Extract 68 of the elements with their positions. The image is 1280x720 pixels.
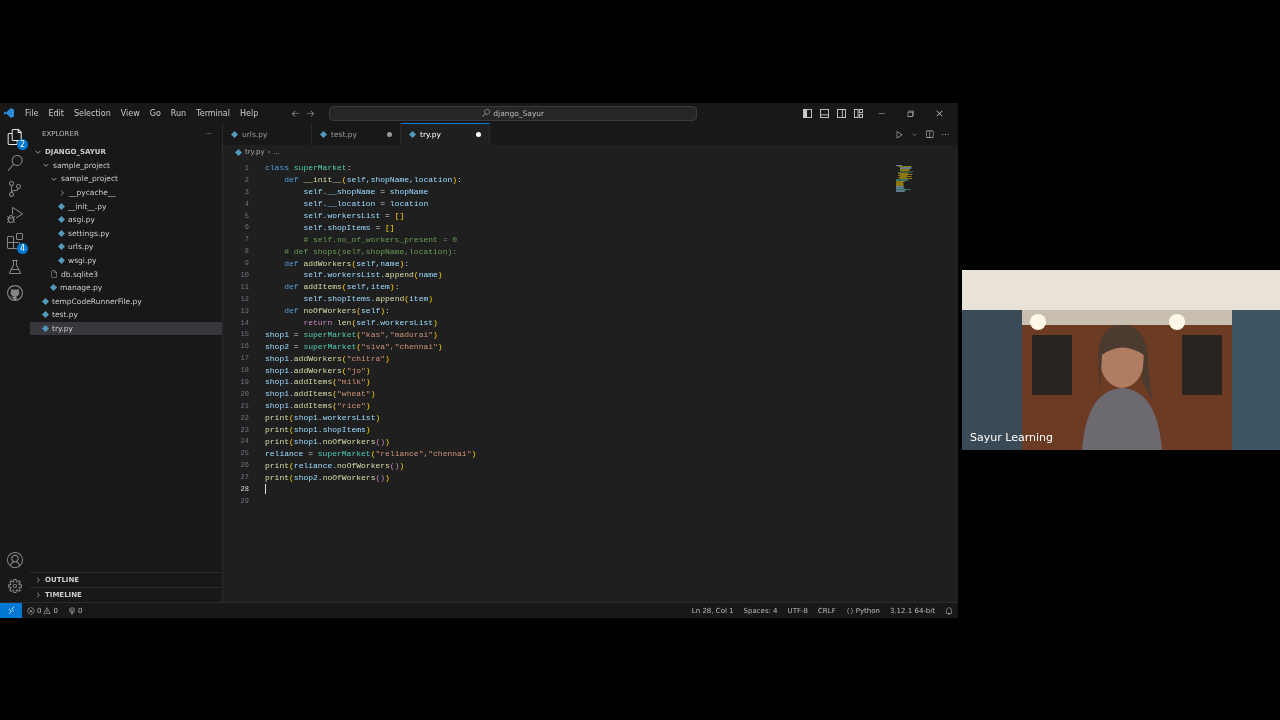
python-file-icon xyxy=(231,131,238,138)
close-icon[interactable] xyxy=(935,108,944,118)
code-line: shop1.addWorkers("jo") xyxy=(265,365,371,375)
code-line: shop1.addItems("wheat") xyxy=(265,389,376,399)
menu-item[interactable]: Help xyxy=(235,108,264,118)
warning-icon[interactable] xyxy=(43,606,52,615)
branch-icon[interactable] xyxy=(7,181,23,197)
count-badge: 4 xyxy=(17,243,28,254)
code-line: self.__location = location xyxy=(302,199,429,209)
app-logo-icon[interactable] xyxy=(4,108,14,118)
panel-layout-icon[interactable] xyxy=(820,108,829,118)
code-line: def noOfWorkers(self): xyxy=(283,306,390,316)
code-line: return len(self.workersList) xyxy=(302,318,438,327)
code-line: def __init__(self,shopName,location): xyxy=(283,175,462,185)
code-line: shop1.addItems("rice") xyxy=(265,401,371,411)
code-line: print(shop1.shopItems) xyxy=(265,425,371,435)
participant-name: Sayur Learning xyxy=(970,431,1053,444)
code-line: print(shop2.noOfWorkers()) xyxy=(265,472,390,482)
code-line: shop1.addItems("milk") xyxy=(265,377,371,387)
menu-item[interactable]: Go xyxy=(144,108,166,118)
error-icon[interactable] xyxy=(27,606,35,615)
account-icon[interactable] xyxy=(7,552,23,568)
files-icon[interactable] xyxy=(7,129,23,145)
code-line: reliance = superMarket("reliance","chennai") xyxy=(265,448,477,458)
run-icon[interactable] xyxy=(895,129,904,139)
restore-icon[interactable] xyxy=(906,108,915,118)
code-line: shop2 = superMarket("siva","chennai") xyxy=(265,341,443,351)
sidebar-layout-icon[interactable] xyxy=(803,108,812,118)
code-line: print(reliance.noOfWorkers()) xyxy=(265,460,405,470)
menu-item[interactable]: Terminal xyxy=(191,108,235,118)
python-file-icon xyxy=(320,131,327,138)
bell-icon[interactable] xyxy=(945,606,953,615)
code-line: # self.no_of_workers_present = 0 xyxy=(302,234,458,244)
code-line: self.__shopName = shopName xyxy=(302,187,429,197)
menu-item[interactable]: Edit xyxy=(43,108,69,118)
count-badge: 2 xyxy=(17,139,28,150)
code-line: # def shops(self,shopName,location): xyxy=(283,246,458,256)
code-line: def addWorkers(self,name): xyxy=(283,258,410,268)
braces-icon[interactable] xyxy=(845,606,854,615)
menu-item[interactable]: File xyxy=(20,108,44,118)
python-file-icon xyxy=(235,148,242,156)
search-icon[interactable] xyxy=(7,155,23,171)
antenna-icon[interactable] xyxy=(67,606,76,615)
code-line: self.workersList.append(name) xyxy=(302,270,443,280)
settings-icon[interactable] xyxy=(7,578,23,594)
code-line: shop1 = superMarket("kas","madurai") xyxy=(265,329,438,339)
split-layout-icon[interactable] xyxy=(837,108,846,118)
flask-icon[interactable] xyxy=(7,259,23,275)
code-line: self.shopItems = [] xyxy=(302,222,395,232)
blocks-icon[interactable] xyxy=(7,233,23,249)
play-bug-icon[interactable] xyxy=(7,207,23,223)
code-line: shop1.addWorkers("chitra") xyxy=(265,353,390,363)
layout-grid-icon[interactable] xyxy=(854,108,863,118)
search-icon xyxy=(482,109,491,117)
code-line: print(shop1.workersList) xyxy=(265,413,381,423)
code-line: def addItems(self,item): xyxy=(283,282,400,292)
code-line: class superMarket: xyxy=(265,163,352,173)
minimap-drawing xyxy=(896,165,916,193)
menu-item[interactable]: Run xyxy=(165,108,192,118)
remote-icon[interactable] xyxy=(6,606,16,615)
code-line: self.workersList = [] xyxy=(302,211,405,220)
python-file-icon xyxy=(409,131,416,138)
code-line: self.shopItems.append(item) xyxy=(302,294,434,304)
menu-item[interactable]: View xyxy=(115,108,145,118)
text-cursor xyxy=(265,484,266,494)
menu-item[interactable]: Selection xyxy=(68,108,116,118)
split-editor-icon[interactable] xyxy=(925,129,934,139)
code-line: print(shop1.noOfWorkers()) xyxy=(265,436,390,446)
